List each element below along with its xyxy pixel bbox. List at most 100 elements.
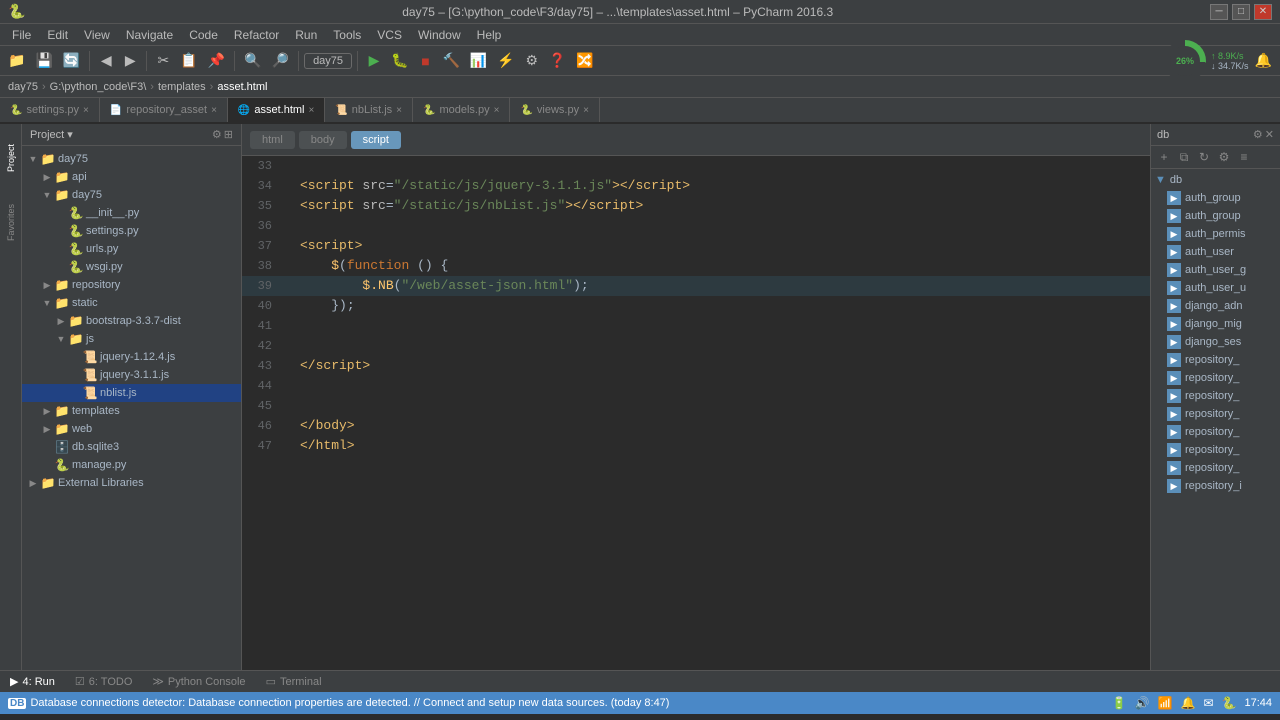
file-tab-close[interactable]: ×	[494, 105, 500, 116]
help-button[interactable]: ❓	[545, 50, 570, 72]
menu-item-navigate[interactable]: Navigate	[118, 26, 181, 44]
tree-item-wsgi-py[interactable]: 🐍wsgi.py	[22, 258, 241, 276]
tray-icon[interactable]: 🔔	[1181, 696, 1196, 710]
tray-icon[interactable]: ✉	[1203, 696, 1213, 710]
menu-item-window[interactable]: Window	[410, 26, 469, 44]
tree-item-jquery-3-1-1-js[interactable]: 📜jquery-3.1.1.js	[22, 366, 241, 384]
bottom-tab-terminal[interactable]: ▭Terminal	[260, 673, 328, 690]
menu-item-edit[interactable]: Edit	[39, 26, 76, 44]
db-panel-close[interactable]: ✕	[1265, 128, 1274, 141]
menu-item-vcs[interactable]: VCS	[369, 26, 410, 44]
db-table-item[interactable]: ▶repository_	[1151, 387, 1280, 405]
close-button[interactable]: ✕	[1254, 4, 1272, 20]
file-tab-repository-asset[interactable]: 📄repository_asset×	[100, 98, 228, 122]
code-tab-body[interactable]: body	[299, 131, 347, 149]
db-table-item[interactable]: ▶repository_	[1151, 405, 1280, 423]
profile-button[interactable]: ⚡	[493, 50, 518, 72]
menu-item-help[interactable]: Help	[469, 26, 510, 44]
db-table-item[interactable]: ▶repository_	[1151, 369, 1280, 387]
replace-button[interactable]: 🔎	[268, 50, 293, 72]
db-add-button[interactable]: +	[1155, 148, 1173, 166]
tree-item-day75[interactable]: ▼📁day75	[22, 150, 241, 168]
run-badge[interactable]: day75	[304, 53, 352, 69]
copy-button[interactable]: 📋	[176, 50, 201, 72]
tray-icon[interactable]: 📶	[1158, 696, 1173, 710]
tree-item-templates[interactable]: ▶📁templates	[22, 402, 241, 420]
db-table-item[interactable]: ▶django_ses	[1151, 333, 1280, 351]
build-button[interactable]: 🔨	[438, 50, 463, 72]
db-table-item[interactable]: ▶repository_	[1151, 351, 1280, 369]
coverage-button[interactable]: 📊	[466, 50, 491, 72]
settings-button[interactable]: ⚙	[521, 50, 543, 72]
run-button[interactable]: ▶	[363, 50, 385, 72]
tree-item-js[interactable]: ▼📁js	[22, 330, 241, 348]
stop-button[interactable]: ■	[414, 50, 436, 72]
bottom-tab-6--todo[interactable]: ☑6: TODO	[69, 673, 138, 690]
db-table-item[interactable]: ▶auth_user	[1151, 243, 1280, 261]
bc-day75[interactable]: day75	[8, 81, 38, 93]
bc-asset-html[interactable]: asset.html	[217, 81, 267, 93]
tree-item-api[interactable]: ▶📁api	[22, 168, 241, 186]
tree-item-jquery-1-12-4-js[interactable]: 📜jquery-1.12.4.js	[22, 348, 241, 366]
db-refresh-button[interactable]: ↻	[1195, 148, 1213, 166]
save-button[interactable]: 💾	[31, 50, 56, 72]
menu-item-run[interactable]: Run	[287, 26, 325, 44]
minimize-button[interactable]: ─	[1210, 4, 1228, 20]
file-tab-settings-py[interactable]: 🐍settings.py×	[0, 98, 100, 122]
file-tab-nblist-js[interactable]: 📜nbList.js×	[325, 98, 413, 122]
tree-item-db-sqlite3[interactable]: 🗄️db.sqlite3	[22, 438, 241, 456]
db-table-item[interactable]: ▶auth_group	[1151, 189, 1280, 207]
db-table-item[interactable]: ▶django_adn	[1151, 297, 1280, 315]
code-tab-script[interactable]: script	[351, 131, 401, 149]
notifications-button[interactable]: 🔔	[1251, 50, 1276, 72]
db-table-item[interactable]: ▶auth_group	[1151, 207, 1280, 225]
tree-item-nblist-js[interactable]: 📜nblist.js	[22, 384, 241, 402]
bc-path[interactable]: G:\python_code\F3\	[50, 81, 147, 93]
tree-item-manage-py[interactable]: 🐍manage.py	[22, 456, 241, 474]
tray-icon[interactable]: 🔋	[1112, 696, 1127, 710]
db-table-item[interactable]: ▶django_mig	[1151, 315, 1280, 333]
db-table-item[interactable]: ▶auth_user_u	[1151, 279, 1280, 297]
bc-templates[interactable]: templates	[158, 81, 206, 93]
file-tab-close[interactable]: ×	[583, 105, 589, 116]
db-table-item[interactable]: ▶repository_	[1151, 459, 1280, 477]
sidebar-expand-icon[interactable]: ⊞	[224, 128, 233, 141]
tree-item-repository[interactable]: ▶📁repository	[22, 276, 241, 294]
tree-item-external-libraries[interactable]: ▶📁External Libraries	[22, 474, 241, 492]
maximize-button[interactable]: □	[1232, 4, 1250, 20]
cut-button[interactable]: ✂	[152, 50, 174, 72]
tray-icon[interactable]: 🐍	[1222, 696, 1237, 710]
menu-item-refactor[interactable]: Refactor	[226, 26, 287, 44]
vtab-favorites[interactable]: Favorites	[1, 192, 21, 252]
menu-item-tools[interactable]: Tools	[325, 26, 369, 44]
tree-item-settings-py[interactable]: 🐍settings.py	[22, 222, 241, 240]
menu-item-file[interactable]: File	[4, 26, 39, 44]
db-table-item[interactable]: ▶repository_	[1151, 423, 1280, 441]
tray-icon[interactable]: 🔊	[1135, 696, 1150, 710]
search-button[interactable]: 🔍	[240, 50, 265, 72]
forward-button[interactable]: ▶	[119, 50, 141, 72]
code-tab-html[interactable]: html	[250, 131, 295, 149]
tree-item-day75[interactable]: ▼📁day75	[22, 186, 241, 204]
vtab-project[interactable]: Project	[1, 128, 21, 188]
db-table-item[interactable]: ▶repository_i	[1151, 477, 1280, 495]
vcs-button[interactable]: 🔀	[572, 50, 597, 72]
file-tab-close[interactable]: ×	[309, 105, 315, 116]
tree-item---init---py[interactable]: 🐍__init__.py	[22, 204, 241, 222]
file-tab-asset-html[interactable]: 🌐asset.html×	[228, 98, 325, 122]
db-table-item[interactable]: ▶repository_	[1151, 441, 1280, 459]
back-button[interactable]: ◀	[95, 50, 117, 72]
sidebar-gear-icon[interactable]: ⚙	[212, 128, 222, 141]
file-tab-close[interactable]: ×	[396, 105, 402, 116]
menu-item-code[interactable]: Code	[181, 26, 226, 44]
db-root[interactable]: ▼db	[1151, 171, 1280, 189]
tree-item-web[interactable]: ▶📁web	[22, 420, 241, 438]
db-filter-button[interactable]: ≡	[1235, 148, 1253, 166]
tree-item-urls-py[interactable]: 🐍urls.py	[22, 240, 241, 258]
db-copy-button[interactable]: ⧉	[1175, 148, 1193, 166]
file-tab-models-py[interactable]: 🐍models.py×	[413, 98, 510, 122]
db-settings-button[interactable]: ⚙	[1215, 148, 1233, 166]
db-panel-gear[interactable]: ⚙	[1253, 128, 1263, 141]
tree-item-static[interactable]: ▼📁static	[22, 294, 241, 312]
paste-button[interactable]: 📌	[204, 50, 229, 72]
